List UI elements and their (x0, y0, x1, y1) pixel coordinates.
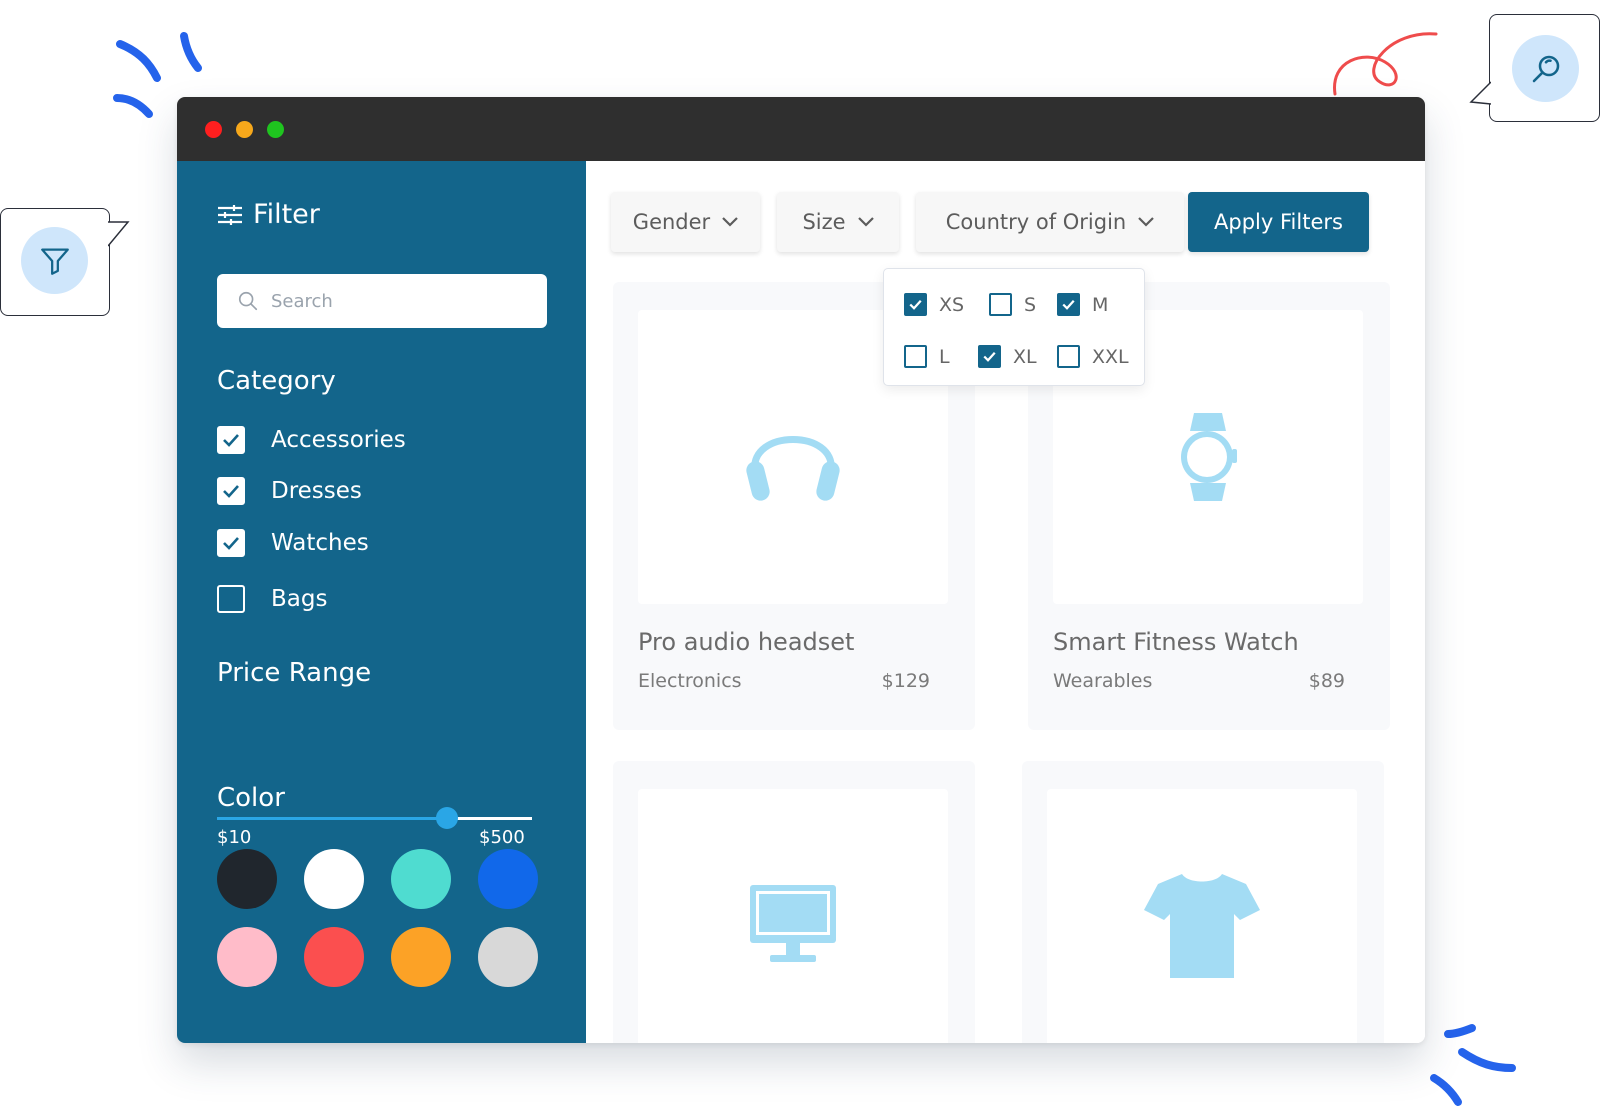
search-bubble (1489, 14, 1600, 122)
category-label: Bags (271, 586, 328, 612)
check-icon (1062, 299, 1075, 310)
chevron-down-icon (722, 217, 738, 227)
product-card[interactable] (1022, 761, 1384, 1043)
product-category: Electronics (638, 670, 742, 692)
color-swatch-white[interactable] (304, 849, 364, 909)
country-filter-label: Country of Origin (945, 210, 1127, 234)
price-min-label: $10 (217, 827, 252, 848)
apply-filters-button[interactable]: Apply Filters (1188, 192, 1369, 252)
category-title: Category (217, 366, 336, 396)
minimize-dot[interactable] (236, 121, 253, 138)
search-icon (238, 291, 258, 311)
tshirt-icon (1144, 874, 1260, 978)
category-label: Watches (271, 530, 369, 556)
product-area: Gender Size Country of Origin Apply Filt… (586, 161, 1425, 1043)
title-bar (177, 97, 1425, 161)
product-image (638, 789, 948, 1043)
color-swatch-teal[interactable] (391, 849, 451, 909)
country-filter-button[interactable]: Country of Origin (916, 192, 1184, 252)
chevron-down-icon (1138, 217, 1155, 227)
bags-checkbox[interactable] (217, 585, 245, 613)
product-category: Wearables (1053, 670, 1153, 692)
filter-bubble (0, 208, 110, 316)
xs-checkbox[interactable] (904, 293, 927, 316)
size-label: L (939, 345, 950, 368)
category-label: Accessories (271, 427, 406, 453)
check-icon (223, 485, 239, 498)
close-dot[interactable] (205, 121, 222, 138)
color-title: Color (217, 783, 285, 813)
filter-bubble-tail (108, 221, 130, 247)
size-label: XS (939, 293, 965, 316)
filter-sidebar: Filter Category Accessories Dresses (177, 161, 586, 1043)
check-icon (909, 299, 922, 310)
magnifier-icon (1532, 55, 1559, 82)
color-swatch-pink[interactable] (217, 927, 277, 987)
accessories-checkbox[interactable] (217, 426, 245, 454)
xl-checkbox[interactable] (978, 345, 1001, 368)
price-slider-thumb[interactable] (435, 807, 458, 829)
product-name: Pro audio headset (638, 628, 855, 656)
product-price: $129 (881, 670, 930, 692)
size-label: XL (1013, 345, 1037, 368)
price-range-title: Price Range (217, 658, 372, 688)
sidebar-title: Filter (217, 199, 320, 230)
color-swatch-blue[interactable] (478, 849, 538, 909)
xxl-checkbox[interactable] (1057, 345, 1080, 368)
color-swatch-orange[interactable] (391, 927, 451, 987)
sliders-icon (218, 204, 242, 225)
price-slider[interactable] (217, 807, 532, 829)
check-icon (223, 537, 239, 550)
m-checkbox[interactable] (1057, 293, 1080, 316)
search-input[interactable] (269, 289, 533, 313)
headphones-icon (746, 436, 840, 501)
size-option-m[interactable]: M (1057, 293, 1108, 316)
category-item-accessories[interactable]: Accessories (217, 426, 406, 454)
gender-filter-button[interactable]: Gender (611, 192, 760, 252)
product-price: $89 (1308, 670, 1345, 692)
chevron-down-icon (857, 217, 874, 227)
size-option-l[interactable]: L (904, 345, 950, 368)
size-dropdown: XS S M L XL XXL (883, 268, 1145, 386)
color-swatch-black[interactable] (217, 849, 277, 909)
funnel-icon (40, 248, 69, 275)
s-checkbox[interactable] (989, 293, 1012, 316)
smartwatch-icon (1181, 413, 1237, 501)
product-name: Smart Fitness Watch (1053, 628, 1299, 656)
search-bubble-tail (1469, 81, 1491, 105)
check-icon (223, 434, 239, 447)
size-filter-button[interactable]: Size (777, 192, 899, 252)
browser-window: Filter Category Accessories Dresses (177, 97, 1425, 1043)
sidebar-title-text: Filter (253, 199, 320, 230)
product-card[interactable] (613, 761, 975, 1043)
gender-filter-label: Gender (632, 210, 711, 234)
monitor-icon (750, 885, 836, 962)
category-item-bags[interactable]: Bags (217, 585, 327, 613)
price-max-label: $500 (479, 827, 525, 848)
check-icon (983, 351, 996, 362)
color-swatch-red[interactable] (304, 927, 364, 987)
size-option-xs[interactable]: XS (904, 293, 964, 316)
category-label: Dresses (271, 478, 362, 504)
size-option-xl[interactable]: XL (978, 345, 1037, 368)
size-option-xxl[interactable]: XXL (1057, 345, 1129, 368)
product-image (1047, 789, 1357, 1043)
dresses-checkbox[interactable] (217, 477, 245, 505)
l-checkbox[interactable] (904, 345, 927, 368)
watches-checkbox[interactable] (217, 529, 245, 557)
price-slider-fill (217, 817, 447, 820)
category-item-dresses[interactable]: Dresses (217, 477, 362, 505)
color-swatch-gray[interactable] (478, 927, 538, 987)
category-item-watches[interactable]: Watches (217, 529, 369, 557)
size-filter-label: Size (802, 210, 846, 234)
search-box[interactable] (217, 274, 547, 328)
size-option-s[interactable]: S (989, 293, 1036, 316)
size-label: XXL (1092, 345, 1129, 368)
maximize-dot[interactable] (267, 121, 284, 138)
size-label: S (1024, 293, 1037, 316)
size-label: M (1092, 293, 1109, 316)
